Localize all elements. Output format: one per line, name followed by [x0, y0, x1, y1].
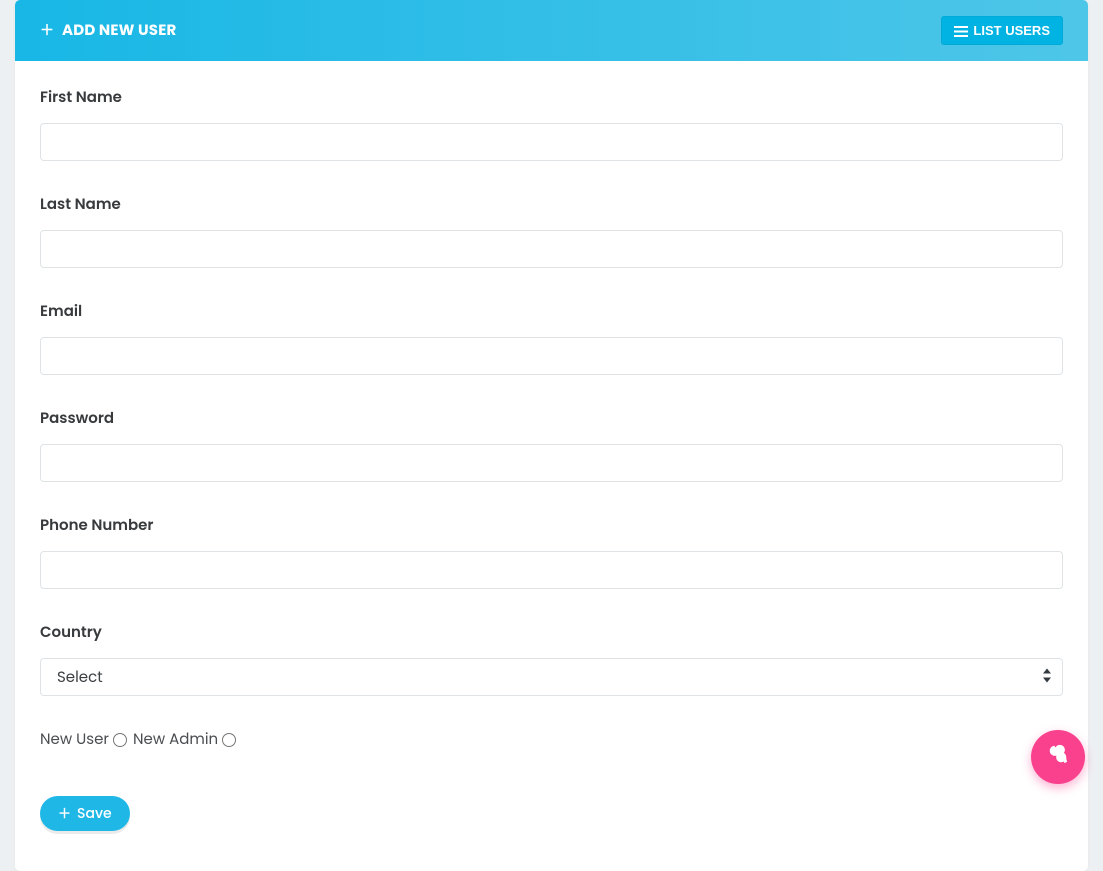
list-users-button[interactable]: LIST USERS: [941, 16, 1063, 45]
last-name-label: Last Name: [40, 193, 1063, 216]
role-radio-group: New User New Admin: [40, 728, 1063, 751]
country-select-wrap: Select: [40, 658, 1063, 696]
last-name-field[interactable]: [40, 230, 1063, 268]
last-name-group: Last Name: [40, 193, 1063, 268]
country-label: Country: [40, 621, 1063, 644]
email-group: Email: [40, 300, 1063, 375]
new-user-radio[interactable]: [113, 733, 127, 747]
password-field[interactable]: [40, 444, 1063, 482]
first-name-field[interactable]: [40, 123, 1063, 161]
add-user-panel: ＋ ADD NEW USER LIST USERS First Name Las…: [15, 0, 1088, 871]
new-admin-radio-label: New Admin: [133, 728, 218, 751]
panel-title: ADD NEW USER: [62, 19, 177, 42]
panel-header-left: ＋ ADD NEW USER: [40, 19, 177, 42]
email-label: Email: [40, 300, 1063, 323]
list-icon: [954, 23, 968, 38]
new-admin-radio[interactable]: [222, 733, 236, 747]
plus-icon: ＋: [40, 20, 54, 41]
chat-icon: [1047, 743, 1069, 772]
country-select[interactable]: Select: [40, 658, 1063, 696]
phone-group: Phone Number: [40, 514, 1063, 589]
first-name-label: First Name: [40, 86, 1063, 109]
password-label: Password: [40, 407, 1063, 430]
list-users-label: LIST USERS: [973, 23, 1050, 38]
panel-header: ＋ ADD NEW USER LIST USERS: [15, 0, 1088, 61]
phone-field[interactable]: [40, 551, 1063, 589]
country-group: Country Select: [40, 621, 1063, 696]
chat-fab[interactable]: [1031, 730, 1085, 784]
first-name-group: First Name: [40, 86, 1063, 161]
save-button[interactable]: ＋ Save: [40, 796, 130, 831]
password-group: Password: [40, 407, 1063, 482]
save-button-label: Save: [77, 803, 112, 824]
email-field[interactable]: [40, 337, 1063, 375]
new-user-radio-label: New User: [40, 728, 109, 751]
phone-label: Phone Number: [40, 514, 1063, 537]
plus-icon: ＋: [58, 803, 71, 824]
panel-body: First Name Last Name Email Password Phon…: [15, 61, 1088, 871]
